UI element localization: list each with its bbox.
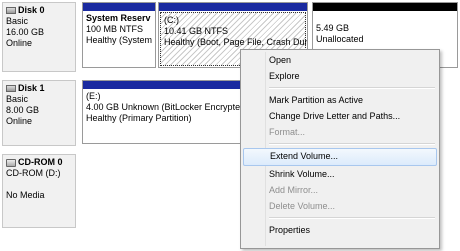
context-menu: Open Explore Mark Partition as Active Ch… <box>240 49 440 249</box>
menu-separator <box>269 143 435 145</box>
disk-0-status: Online <box>6 38 33 48</box>
partition-system-reserved[interactable]: System Reserv 100 MB NTFS Healthy (Syste… <box>82 2 156 68</box>
partition-status: Unallocated <box>316 34 364 44</box>
partition-status: Healthy (System <box>86 35 153 45</box>
disk-1-type: Basic <box>6 94 29 104</box>
menu-item-open[interactable]: Open <box>243 52 437 68</box>
menu-item-add-mirror[interactable]: Add Mirror... <box>243 182 437 198</box>
disk-1-status: Online <box>6 116 33 126</box>
partition-bar <box>83 81 241 89</box>
disk-1-size: 8.00 GB <box>6 105 40 115</box>
menu-item-format[interactable]: Format... <box>243 124 437 140</box>
menu-item-delete-volume[interactable]: Delete Volume... <box>243 198 437 214</box>
partition-size: 5.49 GB <box>316 23 350 33</box>
partition-size: 4.00 GB Unknown (BitLocker Encrypted <box>86 102 242 112</box>
disk-1-name-row: Disk 1 <box>6 83 72 94</box>
disk-0-size: 16.00 GB <box>6 27 45 37</box>
disk-0-name: Disk 0 <box>18 5 45 15</box>
menu-item-change-drive-letter[interactable]: Change Drive Letter and Paths... <box>243 108 437 124</box>
partition-e-drive[interactable]: (E:) 4.00 GB Unknown (BitLocker Encrypte… <box>82 80 242 144</box>
cdrom-0-info[interactable]: CD-ROM 0 CD-ROM (D:) No Media <box>2 154 76 228</box>
cdrom-0-name: CD-ROM 0 <box>18 157 63 167</box>
menu-separator <box>269 87 435 89</box>
cdrom-0-status: No Media <box>6 190 45 200</box>
cdrom-0-name-row: CD-ROM 0 <box>6 157 72 168</box>
cd-rom-icon <box>6 158 16 167</box>
partition-name: (E:) <box>86 91 101 101</box>
disk-1-name: Disk 1 <box>18 83 45 93</box>
partition-size: 100 MB NTFS <box>86 24 144 34</box>
menu-item-shrink-volume[interactable]: Shrink Volume... <box>243 166 437 182</box>
disk-management-view: Disk 0 Basic 16.00 GB Online System Rese… <box>0 0 460 251</box>
menu-separator <box>269 217 435 219</box>
partition-name: (C:) <box>164 15 179 25</box>
menu-item-mark-active[interactable]: Mark Partition as Active <box>243 92 437 108</box>
disk-icon <box>6 7 16 14</box>
disk-0-name-row: Disk 0 <box>6 5 72 16</box>
partition-name: System Reserv <box>86 13 151 23</box>
partition-status: Healthy (Boot, Page File, Crash Dur <box>164 37 308 47</box>
disk-icon <box>6 85 16 92</box>
menu-item-extend-volume[interactable]: Extend Volume... <box>243 148 437 166</box>
partition-size: 10.41 GB NTFS <box>164 26 229 36</box>
disk-0-type: Basic <box>6 16 29 26</box>
cdrom-0-type: CD-ROM (D:) <box>6 168 61 178</box>
disk-1-info[interactable]: Disk 1 Basic 8.00 GB Online <box>2 80 76 146</box>
partition-bar <box>159 3 307 11</box>
partition-status: Healthy (Primary Partition) <box>86 113 192 123</box>
menu-item-explore[interactable]: Explore <box>243 68 437 84</box>
partition-bar <box>313 3 457 11</box>
menu-item-properties[interactable]: Properties <box>243 222 437 238</box>
partition-bar <box>83 3 155 11</box>
disk-0-info[interactable]: Disk 0 Basic 16.00 GB Online <box>2 2 76 72</box>
